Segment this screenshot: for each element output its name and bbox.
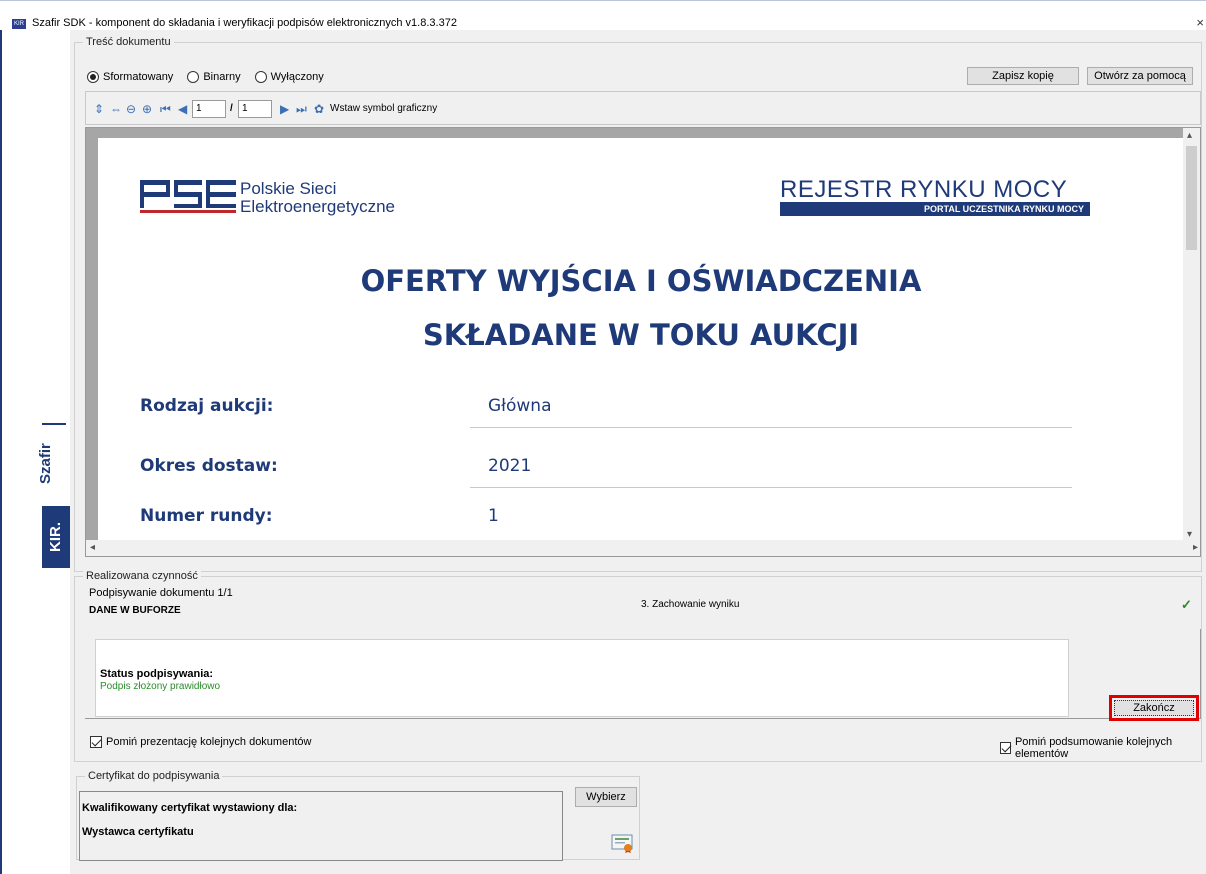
brand-kir-logo: KIR. [42, 506, 70, 568]
next-page-icon[interactable]: ▶ [280, 102, 289, 116]
save-copy-button[interactable]: Zapisz kopię [967, 67, 1079, 85]
document-content-legend: Treść dokumentu [83, 36, 174, 48]
checkbox-checked-icon [90, 736, 102, 748]
scroll-down-icon[interactable]: ▾ [1187, 529, 1192, 540]
radio-empty-icon [187, 71, 200, 83]
mode-binary-label: Binarny [203, 71, 241, 83]
radio-selected-icon [87, 71, 99, 83]
round-number-value: 1 [488, 506, 499, 526]
skip-summary-label: Pomiń podsumowanie kolejnych elementów [1014, 736, 1173, 760]
document-field-row: Okres dostaw: 2021 [140, 448, 1090, 488]
choose-certificate-button[interactable]: Wybierz [575, 787, 637, 807]
first-page-icon[interactable]: ⏮ [160, 102, 171, 117]
mode-disabled-label: Wyłączony [270, 71, 324, 83]
pse-logo-icon [140, 180, 236, 213]
mode-disabled-radio[interactable]: Wyłączony [254, 71, 324, 83]
scrollbar-thumb[interactable] [1186, 146, 1197, 250]
page-separator: / [230, 103, 233, 114]
prev-page-icon[interactable]: ◀ [178, 102, 187, 116]
skip-summary-checkbox[interactable]: Pomiń podsumowanie kolejnych elementów [1000, 736, 1206, 760]
mode-formatted-radio[interactable]: Sformatowany [87, 71, 173, 83]
vertical-scrollbar[interactable]: ▴ ▾ [1183, 128, 1200, 542]
certificate-details-box: Kwalifikowany certyfikat wystawiony dla:… [79, 791, 563, 861]
round-number-label: Numer rundy: [140, 506, 273, 526]
rrm-logo-title: REJESTR RYNKU MOCY [780, 176, 1068, 203]
main-panel: Treść dokumentu Sformatowany Binarny Wył… [70, 30, 1206, 874]
document-field-row: Rodzaj aukcji: Główna [140, 388, 1090, 428]
mode-binary-radio[interactable]: Binarny [187, 71, 241, 83]
row-divider [470, 487, 1072, 488]
brand-divider [42, 423, 66, 425]
window-title: Szafir SDK - komponent do składania i we… [32, 17, 457, 29]
scroll-left-icon[interactable]: ◂ [90, 542, 95, 553]
viewer-toolbar: ⇕ ⇔ ⊖ ⊕ ⏮ ◀ 1 / 1 ▶ ⏭ ✿ Wstaw symbol gra… [85, 91, 1201, 125]
certificate-legend: Certyfikat do podpisywania [85, 770, 223, 782]
skip-documents-checkbox[interactable]: Pomiń prezentację kolejnych dokumentów [90, 736, 311, 748]
brand-szafir-logo: Szafir [37, 443, 54, 485]
title-bar: KIR Szafir SDK - komponent do składania … [0, 0, 1206, 30]
status-value: Podpis złożony prawidłowo [100, 681, 221, 692]
zoom-out-icon[interactable]: ⊖ [126, 102, 136, 116]
pse-logo: Polskie Sieci Elektroenergetyczne [140, 180, 440, 220]
certificate-group: Certyfikat do podpisywania Kwalifikowany… [76, 770, 640, 861]
pse-logo-line2: Elektroenergetyczne [240, 197, 395, 216]
skip-documents-label: Pomiń prezentację kolejnych dokumentów [106, 736, 312, 748]
document-title-line1: OFERTY WYJŚCIA I OŚWIADCZENIA [360, 264, 922, 298]
finish-highlight: Zakończ [1109, 695, 1199, 721]
horizontal-scrollbar[interactable]: ◂ ▸ [86, 540, 1200, 556]
success-check-icon: ✓ [1181, 597, 1192, 612]
brand-sidebar: Szafir KIR. [0, 30, 70, 874]
insert-symbol-icon[interactable]: ✿ [314, 102, 324, 116]
current-page-input[interactable]: 1 [192, 100, 226, 118]
document-title-line2: SKŁADANE W TOKU AUKCJI [422, 318, 860, 352]
rrm-logo-subtitle: PORTAL UCZESTNIKA RYNKU MOCY [780, 202, 1090, 216]
certificate-issued-for-label: Kwalifikowany certyfikat wystawiony dla: [82, 802, 298, 814]
certificate-icon [611, 834, 633, 853]
finish-button[interactable]: Zakończ [1114, 700, 1194, 716]
pse-logo-text: Polskie Sieci Elektroenergetyczne [240, 180, 395, 216]
fit-height-icon[interactable]: ⇕ [94, 102, 104, 116]
display-mode-options: Sformatowany Binarny Wyłączony [87, 71, 324, 83]
status-panel: Status podpisywania: Podpis złożony praw… [85, 629, 1201, 721]
status-heading: Status podpisywania: [100, 668, 214, 680]
insert-symbol-button[interactable]: Wstaw symbol graficzny [330, 103, 437, 114]
checkbox-checked-icon [1000, 742, 1011, 754]
document-content-group: Treść dokumentu Sformatowany Binarny Wył… [74, 36, 1202, 572]
fit-width-icon[interactable]: ⇔ [110, 102, 122, 116]
last-page-icon[interactable]: ⏭ [296, 102, 307, 117]
zoom-in-icon[interactable]: ⊕ [142, 102, 152, 116]
row-divider [470, 427, 1072, 428]
scroll-right-icon[interactable]: ▸ [1193, 542, 1198, 553]
open-with-button[interactable]: Otwórz za pomocą [1087, 67, 1193, 85]
document-viewer[interactable]: Polskie Sieci Elektroenergetyczne REJEST… [85, 127, 1201, 557]
mode-formatted-label: Sformatowany [103, 71, 174, 83]
document-page: Polskie Sieci Elektroenergetyczne REJEST… [98, 138, 1184, 556]
scroll-up-icon[interactable]: ▴ [1187, 130, 1192, 141]
delivery-period-value: 2021 [488, 456, 532, 476]
delivery-period-label: Okres dostaw: [140, 456, 278, 476]
auction-type-value: Główna [488, 396, 552, 416]
step-label: Podpisywanie dokumentu 1/1 [89, 587, 233, 599]
total-pages-field: 1 [238, 100, 272, 118]
rrm-logo: REJESTR RYNKU MOCY PORTAL UCZESTNIKA RYN… [780, 176, 1090, 220]
activity-group: Realizowana czynność Podpisywanie dokume… [74, 570, 1202, 762]
document-field-row: Numer rundy: 1 [140, 498, 1090, 538]
phase-label: 3. Zachowanie wyniku [641, 599, 740, 610]
auction-type-label: Rodzaj aukcji: [140, 396, 274, 416]
certificate-issuer-label: Wystawca certyfikatu [82, 826, 194, 838]
buffer-label: DANE W BUFORZE [89, 605, 181, 616]
activity-legend: Realizowana czynność [83, 570, 201, 582]
radio-empty-icon [254, 71, 267, 83]
status-box: Status podpisywania: Podpis złożony praw… [95, 639, 1069, 717]
pse-logo-line1: Polskie Sieci [240, 179, 337, 198]
app-icon: KIR [12, 19, 26, 29]
close-icon[interactable]: × [1196, 15, 1204, 30]
